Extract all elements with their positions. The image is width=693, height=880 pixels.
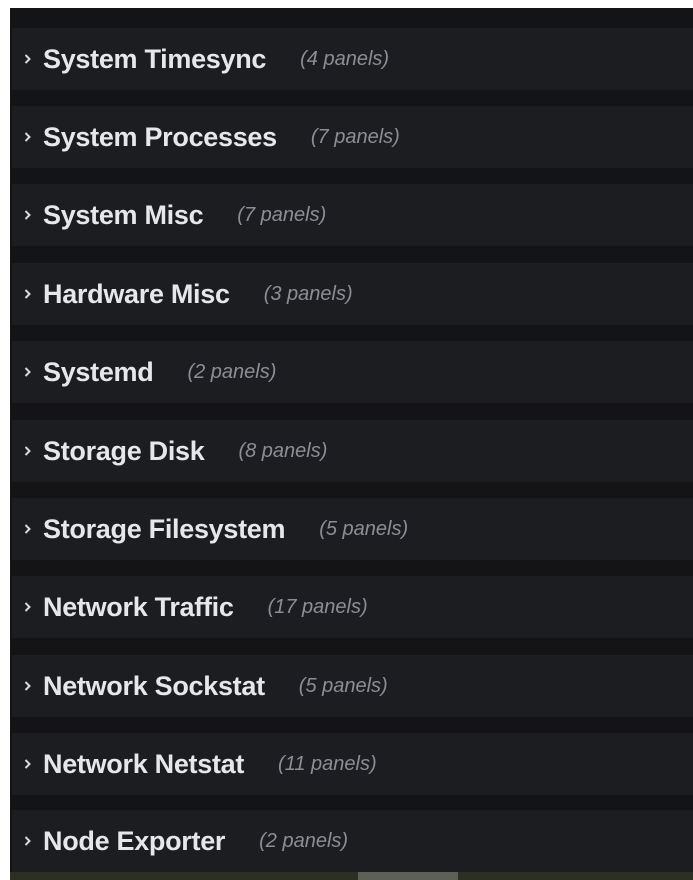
row-system-misc[interactable]: System Misc (7 panels)	[12, 184, 693, 246]
row-panel-count: (2 panels)	[259, 829, 349, 852]
chevron-right-icon[interactable]	[23, 207, 33, 223]
row-system-processes[interactable]: System Processes (7 panels)	[12, 106, 693, 168]
row-title[interactable]: Systemd	[43, 357, 154, 388]
row-panel-count: (8 panels)	[238, 439, 328, 462]
row-network-sockstat[interactable]: Network Sockstat (5 panels)	[12, 655, 693, 717]
row-title[interactable]: Network Netstat	[43, 749, 244, 780]
row-title[interactable]: System Timesync	[43, 44, 266, 75]
chevron-right-icon[interactable]	[23, 678, 33, 694]
row-title[interactable]: Storage Filesystem	[43, 514, 286, 545]
row-title[interactable]: Storage Disk	[43, 436, 205, 467]
row-title[interactable]: System Misc	[43, 200, 204, 231]
chevron-right-icon[interactable]	[23, 129, 33, 145]
row-panel-count: (7 panels)	[237, 203, 327, 226]
row-systemd[interactable]: Systemd (2 panels)	[12, 341, 693, 403]
row-network-traffic[interactable]: Network Traffic (17 panels)	[12, 576, 693, 638]
row-title[interactable]: System Processes	[43, 122, 277, 153]
chevron-right-icon[interactable]	[23, 364, 33, 380]
chevron-right-icon[interactable]	[23, 521, 33, 537]
chevron-right-icon[interactable]	[23, 443, 33, 459]
row-panel-count: (17 panels)	[267, 595, 368, 618]
row-panel-count: (5 panels)	[298, 674, 388, 697]
row-title[interactable]: Node Exporter	[43, 826, 225, 857]
horizontal-scrollbar[interactable]	[10, 872, 693, 880]
row-title[interactable]: Network Traffic	[43, 592, 234, 623]
row-panel-count: (11 panels)	[278, 752, 377, 775]
row-panel-count: (3 panels)	[263, 282, 353, 305]
row-panel-count: (2 panels)	[187, 360, 277, 383]
row-title[interactable]: Hardware Misc	[43, 279, 230, 310]
chevron-right-icon[interactable]	[23, 599, 33, 615]
dashboard-rows-panel: System Timesync (4 panels) System Proces…	[10, 8, 693, 880]
row-network-netstat[interactable]: Network Netstat (11 panels)	[12, 733, 693, 795]
row-panel-count: (5 panels)	[319, 517, 409, 540]
row-storage-disk[interactable]: Storage Disk (8 panels)	[12, 420, 693, 482]
row-storage-filesystem[interactable]: Storage Filesystem (5 panels)	[12, 498, 693, 560]
chevron-right-icon[interactable]	[23, 286, 33, 302]
row-panel-count: (4 panels)	[300, 47, 390, 70]
chevron-right-icon[interactable]	[23, 51, 33, 67]
chevron-right-icon[interactable]	[23, 833, 33, 849]
row-node-exporter[interactable]: Node Exporter (2 panels)	[12, 810, 693, 872]
row-title[interactable]: Network Sockstat	[43, 671, 265, 702]
chevron-right-icon[interactable]	[23, 756, 33, 772]
scrollbar-thumb[interactable]	[358, 872, 458, 880]
row-system-timesync[interactable]: System Timesync (4 panels)	[12, 28, 693, 90]
row-hardware-misc[interactable]: Hardware Misc (3 panels)	[12, 263, 693, 325]
row-panel-count: (7 panels)	[310, 125, 400, 148]
